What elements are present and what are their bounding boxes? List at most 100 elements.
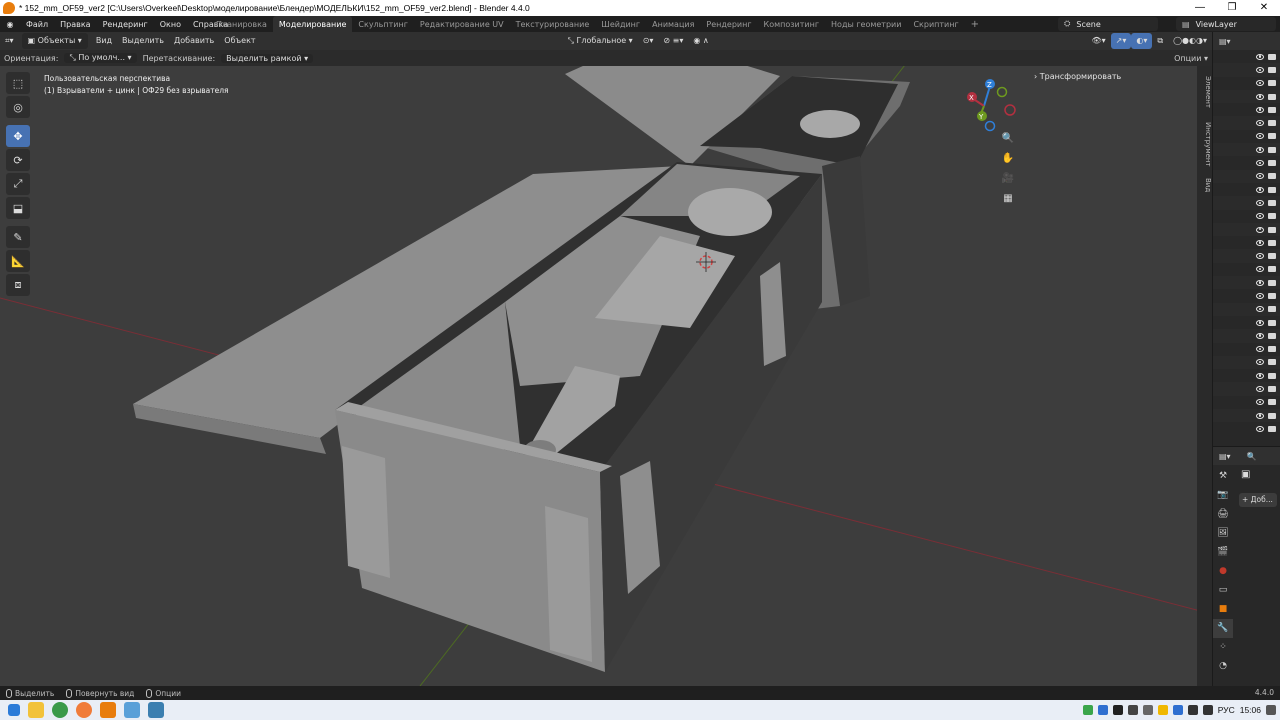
transform-section[interactable]: › Трансформировать <box>1034 72 1121 81</box>
camera-render-icon[interactable] <box>1268 332 1276 339</box>
annotate-icon[interactable]: ✎ <box>6 226 30 248</box>
outliner-row[interactable] <box>1213 355 1280 370</box>
eye-visibility-icon[interactable] <box>1256 399 1264 406</box>
outliner-editor-icon[interactable]: ▤▾ <box>1219 37 1231 46</box>
properties-search-icon[interactable]: 🔍 <box>1247 452 1257 461</box>
outliner[interactable]: ▤▾ <box>1212 32 1280 446</box>
camera-render-icon[interactable] <box>1268 160 1276 167</box>
camera-render-icon[interactable] <box>1268 399 1276 406</box>
eye-visibility-icon[interactable] <box>1256 425 1264 432</box>
camera-render-icon[interactable] <box>1268 80 1276 87</box>
tool-props-icon[interactable]: ⚒ <box>1213 467 1233 486</box>
menu-object[interactable]: Объект <box>219 33 260 49</box>
outliner-row[interactable] <box>1213 249 1280 263</box>
tab-tool[interactable]: Инструмент <box>1197 118 1212 170</box>
eye-visibility-icon[interactable] <box>1256 146 1264 153</box>
maximize-button[interactable]: ❐ <box>1216 0 1248 16</box>
tab-view[interactable]: Вид <box>1197 176 1212 194</box>
menu-render[interactable]: Рендеринг <box>97 20 154 29</box>
outliner-row[interactable] <box>1213 50 1280 63</box>
add-modifier-button[interactable]: + Доб... <box>1239 493 1277 507</box>
tray-app-icon-2[interactable] <box>1142 705 1153 715</box>
outliner-row[interactable] <box>1213 422 1280 435</box>
collection-props-icon[interactable]: ▭ <box>1213 581 1233 600</box>
eye-visibility-icon[interactable] <box>1256 66 1264 73</box>
keyboard-language[interactable]: РУС <box>1218 705 1235 715</box>
proportional-edit-icon[interactable]: ◉ ∧ <box>688 33 713 49</box>
camera-view-icon[interactable]: 🎥 <box>998 170 1018 188</box>
notifications-icon[interactable] <box>1266 705 1276 715</box>
camera-render-icon[interactable] <box>1268 120 1276 127</box>
camera-render-icon[interactable] <box>1268 199 1276 206</box>
render-props-icon[interactable]: 📷 <box>1213 486 1233 505</box>
scene-props-icon[interactable]: 🎬 <box>1213 543 1233 562</box>
tab-uv-editing[interactable]: Редактирование UV <box>414 16 510 32</box>
outliner-row[interactable] <box>1213 116 1280 130</box>
camera-render-icon[interactable] <box>1268 226 1276 233</box>
tab-animation[interactable]: Анимация <box>646 16 700 32</box>
camera-render-icon[interactable] <box>1268 133 1276 140</box>
add-cube-icon[interactable]: ⧈ <box>6 274 30 296</box>
eye-visibility-icon[interactable] <box>1256 160 1264 167</box>
clock[interactable]: 15:06 <box>1240 705 1261 715</box>
tab-geometry-nodes[interactable]: Ноды геометрии <box>825 16 907 32</box>
xray-icon[interactable]: ⧉ <box>1152 33 1168 49</box>
menu-edit[interactable]: Правка <box>54 20 96 29</box>
snap-icon[interactable]: ⊘ ≡▾ <box>658 33 688 49</box>
outliner-row[interactable] <box>1213 396 1280 409</box>
orientation-dropdown[interactable]: ⤡ По умолч... ▾ <box>64 53 137 63</box>
menu-select[interactable]: Выделить <box>117 33 169 49</box>
outliner-row[interactable] <box>1213 210 1280 223</box>
tab-modeling[interactable]: Моделирование <box>272 16 353 32</box>
tab-rendering[interactable]: Рендеринг <box>700 16 757 32</box>
pivot-point-icon[interactable]: ⊙▾ <box>638 33 659 49</box>
tab-scripting[interactable]: Скриптинг <box>907 16 964 32</box>
tray-app-icon[interactable] <box>1127 705 1138 715</box>
camera-render-icon[interactable] <box>1268 359 1276 366</box>
camera-render-icon[interactable] <box>1268 253 1276 260</box>
world-props-icon[interactable]: ● <box>1213 562 1233 581</box>
camera-render-icon[interactable] <box>1268 412 1276 419</box>
eye-visibility-icon[interactable] <box>1256 386 1264 393</box>
camera-render-icon[interactable] <box>1268 319 1276 326</box>
windows-start-icon[interactable] <box>8 704 20 716</box>
image-viewer-icon[interactable] <box>124 702 140 718</box>
close-button[interactable]: ✕ <box>1248 0 1280 16</box>
menu-view[interactable]: Вид <box>91 33 117 49</box>
camera-render-icon[interactable] <box>1268 106 1276 113</box>
yandex-browser-icon[interactable] <box>76 702 92 718</box>
eye-visibility-icon[interactable] <box>1256 226 1264 233</box>
visibility-icon[interactable]: 👁▾ <box>1086 33 1110 49</box>
camera-render-icon[interactable] <box>1268 93 1276 100</box>
outliner-row[interactable] <box>1213 130 1280 143</box>
outliner-row[interactable] <box>1213 329 1280 343</box>
camera-render-icon[interactable] <box>1268 239 1276 246</box>
app-icon[interactable] <box>148 702 164 718</box>
eye-visibility-icon[interactable] <box>1256 346 1264 353</box>
overlay-toggle-icon[interactable]: ◐▾ <box>1131 33 1153 49</box>
eye-visibility-icon[interactable] <box>1256 120 1264 127</box>
outliner-row[interactable] <box>1213 276 1280 290</box>
tray-app-dark-icon[interactable] <box>1112 705 1123 715</box>
eye-visibility-icon[interactable] <box>1256 372 1264 379</box>
eye-visibility-icon[interactable] <box>1256 173 1264 180</box>
transform-orientation-dropdown[interactable]: ⤡ Глобальное ▾ <box>563 33 638 49</box>
outliner-row[interactable] <box>1213 302 1280 316</box>
view-layer-props-icon[interactable]: 🖼 <box>1213 524 1233 543</box>
physics-props-icon[interactable]: ◔ <box>1213 657 1233 676</box>
move-icon[interactable]: ✥ <box>6 125 30 147</box>
eye-visibility-icon[interactable] <box>1256 93 1264 100</box>
camera-render-icon[interactable] <box>1268 266 1276 273</box>
eye-visibility-icon[interactable] <box>1256 319 1264 326</box>
tab-compositing[interactable]: Композитинг <box>758 16 825 32</box>
camera-render-icon[interactable] <box>1268 292 1276 299</box>
select-box-icon[interactable]: ⬚ <box>6 72 30 94</box>
tray-yandex-icon[interactable] <box>1157 705 1168 715</box>
camera-render-icon[interactable] <box>1268 53 1276 60</box>
eye-visibility-icon[interactable] <box>1256 199 1264 206</box>
tray-app-blue-icon[interactable] <box>1097 705 1108 715</box>
outliner-row[interactable] <box>1213 63 1280 77</box>
modifier-props-icon[interactable]: 🔧 <box>1213 619 1233 638</box>
eye-visibility-icon[interactable] <box>1256 133 1264 140</box>
editor-type-icon[interactable]: ⌗▾ <box>0 33 19 49</box>
